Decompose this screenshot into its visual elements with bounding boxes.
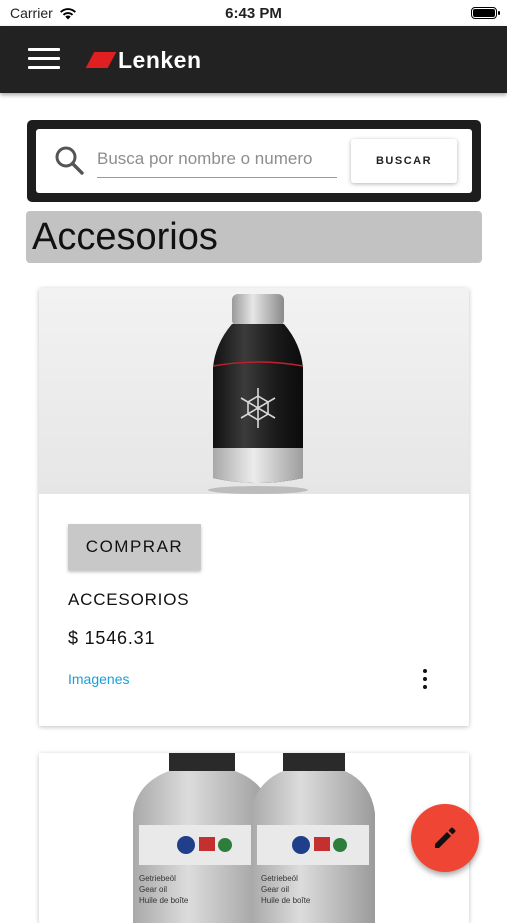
status-bar: Carrier 6:43 PM <box>0 0 507 26</box>
bottle-label-line: Gear oil <box>139 885 167 894</box>
bottle-label-line: Huile de boîte <box>139 896 189 905</box>
hamburger-menu-icon[interactable] <box>28 48 60 70</box>
search-button[interactable]: BUSCAR <box>351 139 457 183</box>
buy-button[interactable]: COMPRAR <box>68 524 201 570</box>
product-card: COMPRAR ACCESORIOS $ 1546.31 Imagenes <box>39 288 469 726</box>
bottle-label-line: Huile de boîte <box>261 896 311 905</box>
gear-oil-bottles-image: Getriebeöl Gear oil Huile de boîte Getri… <box>133 753 375 923</box>
bottle-label-line: Gear oil <box>261 885 289 894</box>
status-time: 6:43 PM <box>225 5 282 22</box>
product-image[interactable] <box>39 288 469 494</box>
images-link[interactable]: Imagenes <box>68 671 129 687</box>
more-vertical-icon[interactable] <box>417 666 433 692</box>
search-icon <box>55 146 84 175</box>
section-title: Accesorios <box>26 211 482 263</box>
logo-text: Lenken <box>118 46 202 73</box>
black-bottle-image <box>208 294 308 494</box>
search-box: BUSCAR <box>36 129 472 193</box>
edit-pencil-icon <box>435 827 456 848</box>
search-panel: BUSCAR <box>27 120 481 202</box>
search-input[interactable] <box>97 141 337 178</box>
product-name: ACCESORIOS <box>68 590 190 609</box>
product-image[interactable]: Getriebeöl Gear oil Huile de boîte Getri… <box>39 753 469 923</box>
bottle-label-line: Getriebeöl <box>261 874 298 883</box>
battery-level <box>473 9 495 17</box>
battery-icon <box>471 7 500 19</box>
bottle-label-line: Getriebeöl <box>139 874 176 883</box>
product-card: Getriebeöl Gear oil Huile de boîte Getri… <box>39 753 469 923</box>
edit-fab-button[interactable] <box>411 804 479 872</box>
logo-mark-icon <box>85 52 117 68</box>
app-bar: Lenken <box>0 26 507 93</box>
product-price: $ 1546.31 <box>68 628 156 648</box>
app-logo: Lenken <box>85 46 202 74</box>
